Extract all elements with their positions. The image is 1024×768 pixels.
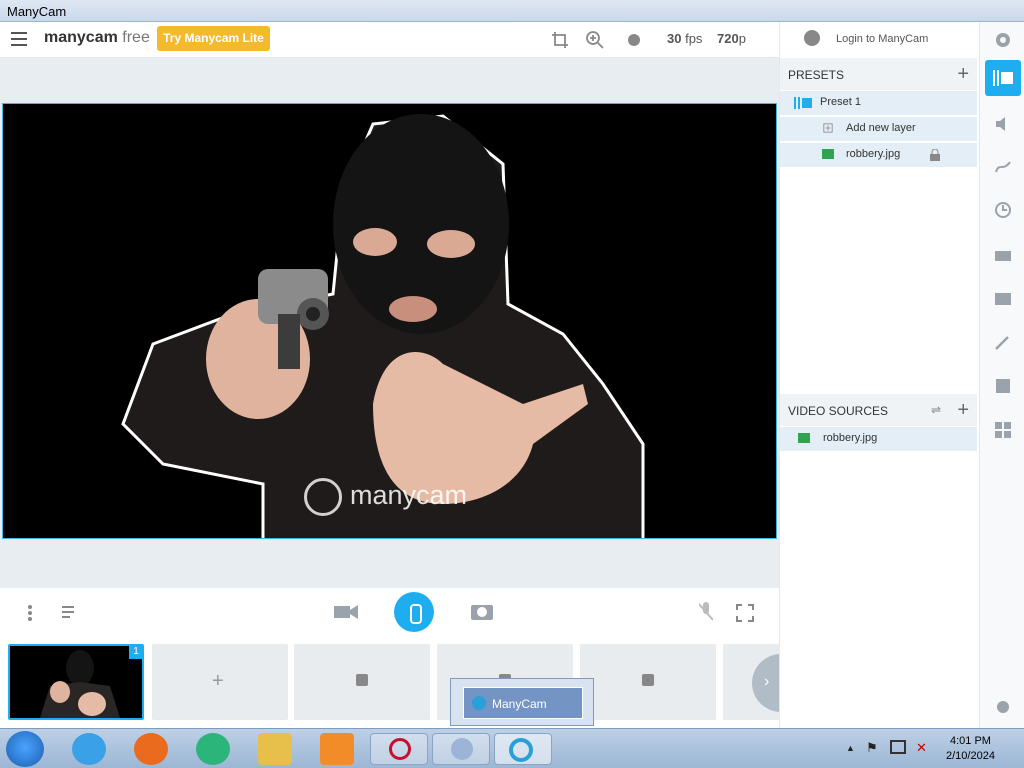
keyboard-icon[interactable]: [992, 246, 1014, 266]
manycam-window-preview[interactable]: ManyCam: [463, 687, 583, 719]
source-filename: robbery.jpg: [823, 432, 878, 444]
info-icon[interactable]: [992, 697, 1014, 717]
scene-thumbnail-1[interactable]: 1: [8, 644, 144, 720]
clock-time: 4:01 PM: [949, 735, 991, 747]
preset-name: Preset 1: [820, 96, 861, 108]
lower-third-icon[interactable]: [992, 289, 1014, 309]
snapshot-icon[interactable]: [471, 602, 493, 620]
widgets-icon[interactable]: [992, 420, 1014, 440]
zoom-icon[interactable]: [585, 30, 605, 50]
popup-label: ManyCam: [492, 697, 547, 711]
lock-icon[interactable]: [930, 149, 940, 161]
layer-item[interactable]: robbery.jpg: [780, 143, 977, 167]
system-clock[interactable]: 4:01 PM 2/10/2024: [946, 734, 995, 764]
layer-filename: robbery.jpg: [846, 148, 901, 160]
app-toolbar: manycam free Try Manycam Lite 30 fps 720…: [0, 22, 779, 58]
try-manycam-lite-button[interactable]: Try Manycam Lite: [157, 26, 270, 51]
camera-icon[interactable]: [334, 604, 358, 620]
video-sources-header: VIDEO SOURCES ⇌ +: [780, 394, 977, 426]
source-settings-icon[interactable]: ⇌: [931, 403, 941, 417]
presets-tab-active[interactable]: [985, 60, 1021, 96]
clock-date: 2/10/2024: [946, 750, 995, 762]
more-options-icon[interactable]: [26, 604, 34, 622]
disc-icon: [451, 738, 473, 760]
menu-icon[interactable]: [11, 32, 27, 46]
taskbar-preview-popup: ManyCam: [450, 678, 594, 726]
taskbar-app-debian[interactable]: [370, 733, 428, 765]
logo: manycam free: [44, 29, 150, 46]
file-explorer-icon[interactable]: [258, 733, 292, 765]
presets-header: PRESETS +: [780, 58, 977, 90]
video-source-item[interactable]: robbery.jpg: [780, 427, 977, 451]
scene-number-badge: 1: [129, 645, 143, 659]
internet-explorer-icon[interactable]: [72, 733, 106, 765]
scenes-strip: 1 + ›: [0, 636, 784, 728]
right-icon-rail: [979, 22, 1024, 728]
user-icon: [804, 30, 820, 46]
taskbar-app-manycam[interactable]: [494, 733, 552, 765]
show-hidden-icons-icon[interactable]: ▲: [846, 743, 855, 753]
drawing-icon[interactable]: [992, 157, 1014, 177]
volume-muted-icon[interactable]: ✕: [916, 740, 927, 756]
scene-thumbnail-image: [40, 650, 120, 718]
presets-icon: [993, 70, 1013, 86]
locked-scene-slot[interactable]: [294, 644, 430, 720]
media-player-icon[interactable]: [320, 733, 354, 765]
robbery-image: [121, 114, 645, 538]
playlist-icon[interactable]: [62, 606, 78, 620]
video-sources-title: VIDEO SOURCES: [788, 404, 889, 418]
brightness-icon[interactable]: [624, 30, 644, 50]
chat-app-icon[interactable]: [196, 733, 230, 765]
preset-icon: [794, 97, 812, 109]
resolution-indicator[interactable]: 720p: [717, 31, 746, 46]
login-label[interactable]: Login to ManyCam: [836, 33, 928, 45]
lock-icon: [356, 674, 368, 686]
settings-gear-icon[interactable]: [992, 30, 1014, 50]
windows-taskbar: ▲ ⚑ ✕ 4:01 PM 2/10/2024: [0, 728, 1024, 768]
audio-icon[interactable]: [992, 114, 1014, 134]
effects-wand-icon[interactable]: [992, 332, 1014, 352]
manycam-icon: [472, 696, 486, 710]
add-preset-button[interactable]: +: [957, 63, 969, 86]
presets-panel: PRESETS + Preset 1 Add new layer robbery…: [779, 58, 979, 728]
add-layer-item[interactable]: Add new layer: [780, 117, 977, 141]
window-title-bar: ManyCam: [0, 0, 1024, 22]
window-title: ManyCam: [7, 4, 67, 19]
presets-title: PRESETS: [788, 68, 845, 82]
history-clock-icon[interactable]: [992, 200, 1014, 220]
taskbar-app-media[interactable]: [432, 733, 490, 765]
crop-icon[interactable]: [550, 30, 570, 50]
locked-scene-slot[interactable]: [580, 644, 716, 720]
network-icon[interactable]: [890, 740, 906, 754]
action-center-flag-icon[interactable]: ⚑: [866, 740, 878, 756]
firefox-icon[interactable]: [134, 733, 168, 765]
start-button[interactable]: [6, 731, 44, 767]
add-scene-button[interactable]: +: [152, 644, 288, 720]
plus-icon: +: [212, 670, 224, 692]
images-icon[interactable]: [992, 376, 1014, 396]
add-layer-label: Add new layer: [846, 122, 916, 134]
debian-icon: [389, 738, 411, 760]
watermark-logo-icon: [304, 478, 342, 516]
add-source-button[interactable]: +: [957, 399, 969, 422]
video-preview[interactable]: [2, 103, 777, 539]
preset-item[interactable]: Preset 1: [780, 91, 977, 115]
microphone-muted-icon[interactable]: [699, 602, 713, 622]
broadcast-button[interactable]: [394, 592, 434, 632]
lock-icon: [642, 674, 654, 686]
watermark-text: manycam: [350, 480, 468, 510]
image-layer-icon: [822, 149, 834, 159]
login-area[interactable]: Login to ManyCam: [779, 22, 979, 58]
add-layer-icon: [823, 123, 833, 133]
control-bar: [0, 588, 779, 636]
manycam-taskbar-icon: [509, 738, 533, 762]
fullscreen-icon[interactable]: [736, 604, 754, 622]
image-source-icon: [798, 433, 810, 443]
fps-indicator[interactable]: 30 fps: [667, 31, 702, 46]
